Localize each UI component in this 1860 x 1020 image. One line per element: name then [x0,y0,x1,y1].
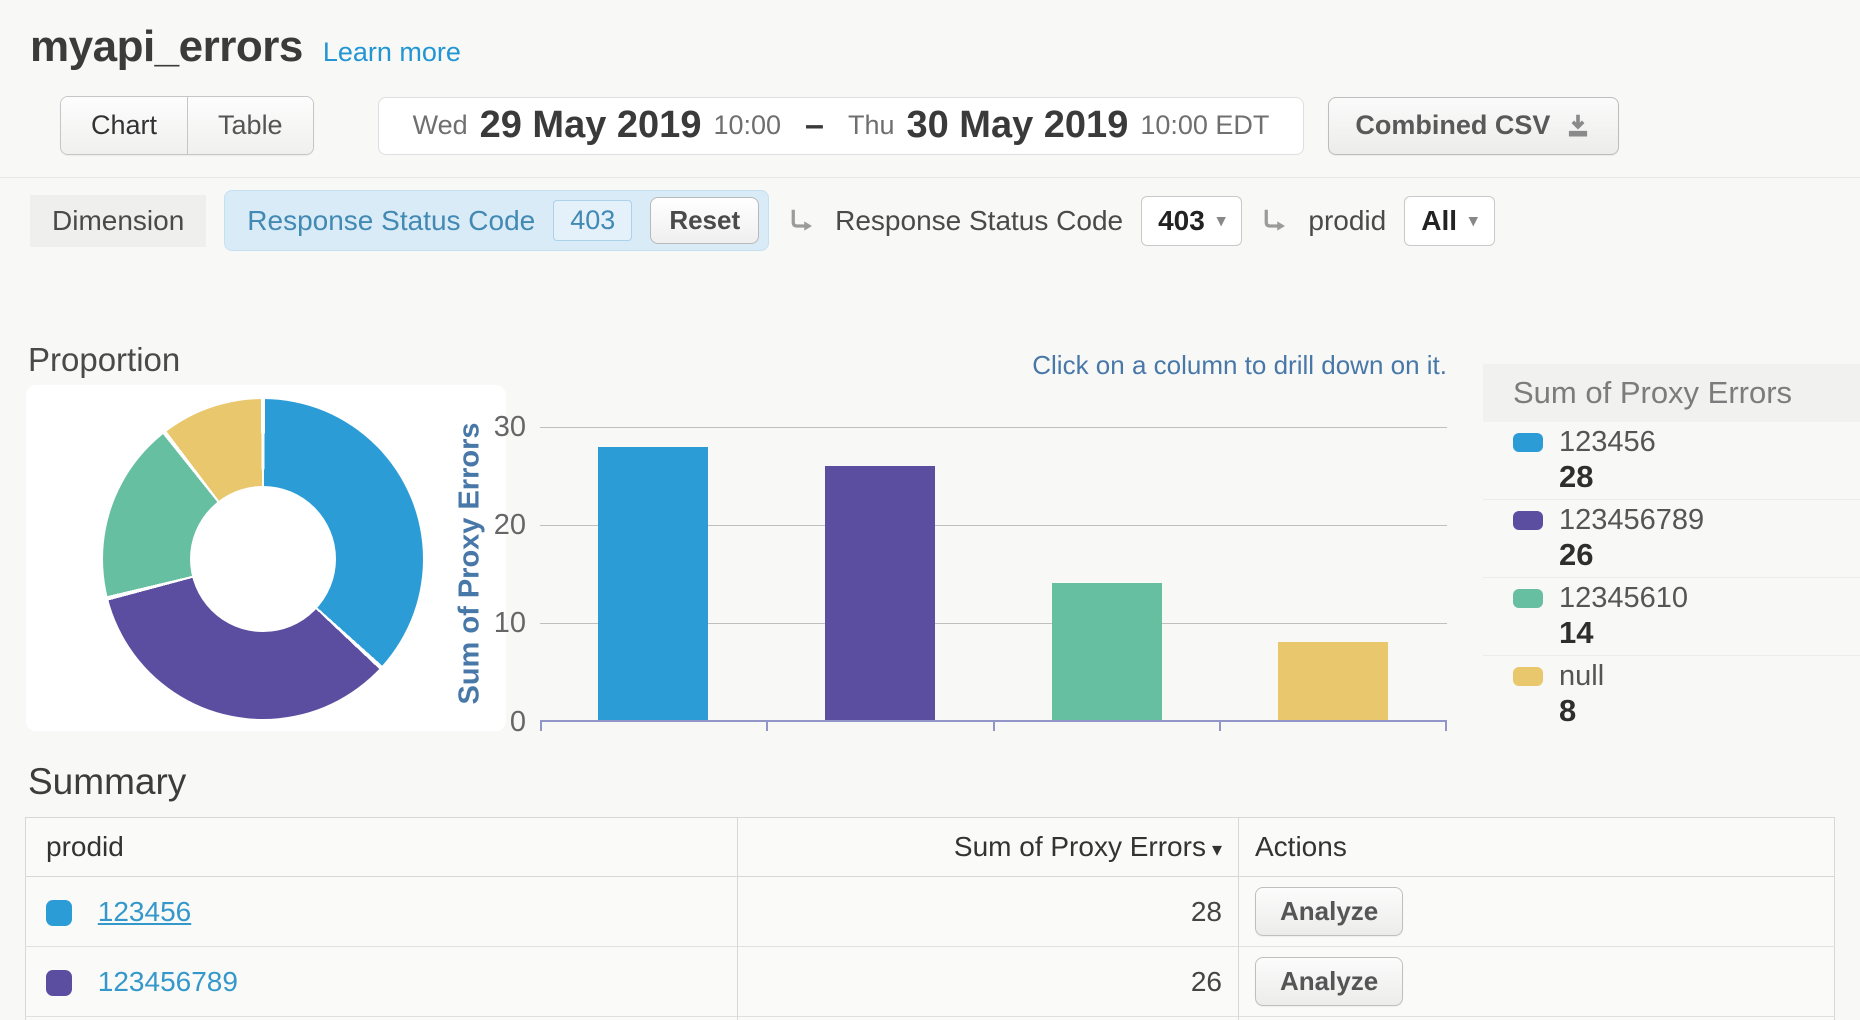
legend-swatch [1513,511,1543,530]
end-day: Thu [848,110,895,141]
date-range-picker[interactable]: Wed 29 May 2019 10:00 – Thu 30 May 2019 … [378,97,1305,155]
title-row: myapi_errors Learn more [30,22,1860,72]
toolbar: Chart Table Wed 29 May 2019 10:00 – Thu … [60,96,1860,155]
drill1-value: 403 [1158,205,1205,237]
filter-chip-name: Response Status Code [247,205,535,237]
legend-swatch [1513,589,1543,608]
proportion-title: Proportion [28,341,180,379]
legend-label: null [1559,661,1604,692]
view-toggle: Chart Table [60,96,314,155]
filter-bar: Dimension Response Status Code 403 Reset… [0,178,1860,259]
start-day: Wed [413,110,468,141]
reset-button[interactable]: Reset [650,197,759,244]
summary-header-row: prodid Sum of Proxy Errors▾ Actions [26,818,1835,877]
end-date: 30 May 2019 [906,104,1128,147]
y-axis-label: Sum of Proxy Errors [454,416,487,712]
x-axis-tick [540,722,542,731]
bar-chart-plot [540,427,1447,722]
chevron-down-icon: ▾ [1469,211,1478,231]
prodid-link[interactable]: 123456 [98,896,191,927]
x-axis-tick [1445,722,1447,731]
drilldown-arrow-icon [1260,206,1290,236]
column-header-actions: Actions [1239,818,1835,877]
bar-123456[interactable] [598,447,708,720]
bar-123456789[interactable] [825,466,935,720]
bar-12345610[interactable] [1052,583,1162,720]
combined-csv-button[interactable]: Combined CSV [1328,97,1619,155]
drill2-value: All [1421,205,1457,237]
table-row: 123456 28 Analyze [26,877,1835,947]
legend-value: 14 [1559,616,1860,649]
chevron-down-icon: ▾ [1217,211,1226,231]
legend-entry: 123456 28 [1483,422,1860,500]
legend-label: 12345610 [1559,583,1688,614]
legend-value: 8 [1559,694,1860,727]
legend-label: 123456789 [1559,505,1704,536]
row-value: 28 [738,877,1239,947]
x-axis-tick [993,722,995,731]
row-swatch [46,970,72,996]
drilldown-hint: Click on a column to drill down on it. [1032,350,1447,381]
drill1-label: Response Status Code [835,205,1123,237]
analyze-button[interactable]: Analyze [1255,887,1403,936]
row-value: 26 [738,947,1239,1017]
drill2-label: prodid [1308,205,1386,237]
analyze-button[interactable]: Analyze [1255,957,1403,1006]
report-header: myapi_errors Learn more Chart Table Wed … [0,0,1860,155]
proportion-donut-chart[interactable] [103,399,423,719]
table-tab[interactable]: Table [187,97,313,154]
x-axis-tick [766,722,768,731]
bar-null[interactable] [1278,642,1388,720]
download-icon [1564,112,1592,140]
gridline-30 [540,427,1447,428]
column-header-sum-of-proxy-errors[interactable]: Sum of Proxy Errors▾ [738,818,1239,877]
filter-chip-value: 403 [553,200,632,241]
drill2-select[interactable]: All ▾ [1404,196,1494,246]
row-swatch [46,900,72,926]
legend-panel: Sum of Proxy Errors 123456 28 123456789 … [1483,364,1860,733]
dimension-label: Dimension [30,195,206,247]
column-header-prodid: prodid [26,818,738,877]
drilldown-arrow-icon [787,206,817,236]
legend-swatch [1513,433,1543,452]
legend-swatch [1513,667,1543,686]
sort-caret-icon: ▾ [1212,839,1222,861]
legend-entry: 12345610 14 [1483,578,1860,656]
drill1-select[interactable]: 403 ▾ [1141,196,1242,246]
prodid-link[interactable]: 123456789 [98,966,238,997]
table-row: 123456789 26 Analyze [26,947,1835,1017]
active-filter-chip[interactable]: Response Status Code 403 Reset [224,190,769,251]
table-row: 12345610 14 Analyze [26,1017,1835,1020]
summary-table: prodid Sum of Proxy Errors▾ Actions 1234… [25,817,1835,1020]
date-range-dash: – [805,106,824,145]
x-axis-tick [1219,722,1221,731]
start-time: 10:00 [713,110,781,141]
legend-title: Sum of Proxy Errors [1483,364,1860,422]
combined-csv-label: Combined CSV [1355,110,1550,141]
page-title: myapi_errors [30,22,303,72]
row-value: 14 [738,1017,1239,1020]
chart-tab[interactable]: Chart [61,97,187,154]
legend-value: 26 [1559,538,1860,571]
legend-entry: 123456789 26 [1483,500,1860,578]
legend-label: 123456 [1559,427,1656,458]
charts-area: Proportion Click on a column to drill do… [0,259,1860,747]
learn-more-link[interactable]: Learn more [323,37,461,68]
proportion-donut-card [26,385,506,731]
legend-value: 28 [1559,460,1860,493]
legend-entry: null 8 [1483,656,1860,733]
summary-title: Summary [28,761,1860,803]
start-date: 29 May 2019 [480,104,702,147]
end-time: 10:00 EDT [1140,110,1269,141]
